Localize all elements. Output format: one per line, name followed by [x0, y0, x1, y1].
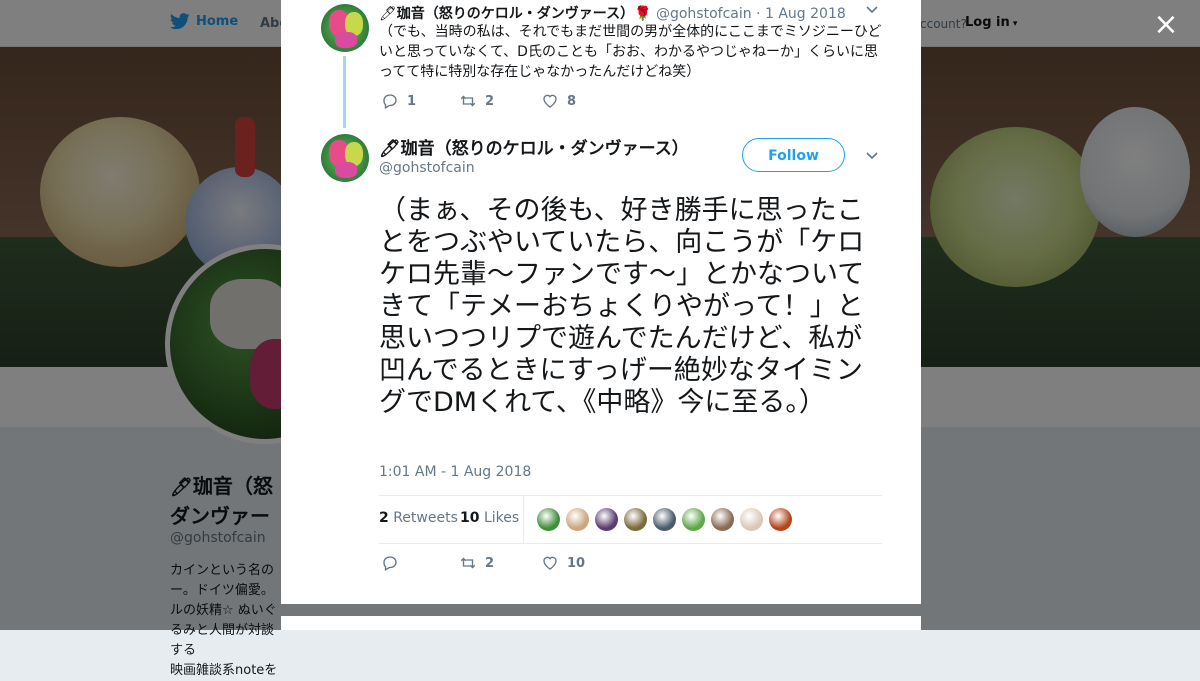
retweet-stat-label: Retweets [393, 510, 458, 526]
close-icon[interactable]: × [1152, 10, 1180, 40]
retweet-count: 2 [485, 555, 495, 571]
retweet-button[interactable]: 2 [459, 554, 541, 572]
like-count: 8 [567, 93, 577, 109]
like-button[interactable]: 10 [541, 554, 585, 572]
main-tweet-handle[interactable]: @gohstofcain [379, 160, 475, 176]
chevron-down-icon[interactable] [865, 2, 879, 20]
liker-avatar[interactable] [653, 508, 676, 531]
main-tweet-timestamp[interactable]: 1:01 AM - 1 Aug 2018 [379, 464, 531, 480]
reply-count: 1 [407, 93, 417, 109]
liker-avatar[interactable] [537, 508, 560, 531]
main-tweet-avatar[interactable] [321, 134, 369, 182]
liker-avatar[interactable] [769, 508, 792, 531]
liker-avatar[interactable] [595, 508, 618, 531]
retweet-stat[interactable]: 2 Retweets [379, 510, 458, 526]
like-stat[interactable]: 10 Likes [460, 510, 519, 526]
retweet-stat-count: 2 [379, 510, 389, 526]
parent-tweet-actions: 1 2 8 [381, 92, 576, 110]
parent-tweet-name[interactable]: 珈音（怒りのケロル・ダンヴァース） [397, 6, 634, 22]
liker-avatar[interactable] [682, 508, 705, 531]
main-tweet-actions: 2 10 [381, 554, 585, 572]
follow-button[interactable]: Follow [742, 138, 845, 172]
thread-connector-line [343, 56, 346, 128]
heart-icon [543, 556, 557, 570]
main-tweet-name-text: 珈音（怒りのケロル・ダンヴァース） [400, 139, 689, 159]
parent-tweet-avatar[interactable] [321, 4, 369, 52]
parent-tweet-date[interactable]: · 1 Aug 2018 [756, 6, 846, 22]
chevron-down-icon[interactable] [865, 148, 879, 166]
retweet-icon [460, 95, 476, 107]
parent-tweet-handle[interactable]: @gohstofcain [656, 6, 752, 22]
tweet-stats: 2 Retweets 10 Likes [379, 495, 882, 544]
retweet-count: 2 [485, 93, 495, 109]
liker-avatar[interactable] [566, 508, 589, 531]
reply-button[interactable]: 1 [381, 92, 459, 110]
retweet-icon [460, 557, 476, 569]
main-tweet-name[interactable]: 🖊珈音（怒りのケロル・ダンヴァース） [379, 134, 709, 159]
like-stat-count: 10 [460, 510, 480, 526]
pen-icon: 🖊 [379, 6, 397, 22]
retweet-button[interactable]: 2 [459, 92, 541, 110]
like-stat-label: Likes [483, 510, 520, 526]
heart-icon [543, 94, 557, 108]
main-tweet-text: （まぁ、その後も、好き勝手に思ったことをつぶやいていたら、向こうが「ケロケロ先輩… [379, 195, 865, 418]
parent-tweet-text: （でも、当時の私は、それでもまだ世間の男が全体的にここまでミソジニーひどいと思っ… [379, 24, 882, 80]
reply-button[interactable] [381, 554, 459, 572]
reply-icon [383, 556, 397, 571]
pen-icon: 🖊 [379, 139, 401, 159]
like-button[interactable]: 8 [541, 92, 576, 110]
reply-icon [383, 94, 397, 109]
rose-icon: 🌹 [634, 6, 652, 22]
next-modal-panel [281, 616, 921, 630]
parent-tweet-header: 🖊珈音（怒りのケロル・ダンヴァース）🌹 @gohstofcain · 1 Aug… [379, 3, 879, 23]
like-count: 10 [567, 555, 586, 571]
liker-avatar[interactable] [624, 508, 647, 531]
liker-avatar[interactable] [711, 508, 734, 531]
tweet-modal: 🖊珈音（怒りのケロル・ダンヴァース）🌹 @gohstofcain · 1 Aug… [281, 0, 921, 604]
liker-avatar[interactable] [740, 508, 763, 531]
